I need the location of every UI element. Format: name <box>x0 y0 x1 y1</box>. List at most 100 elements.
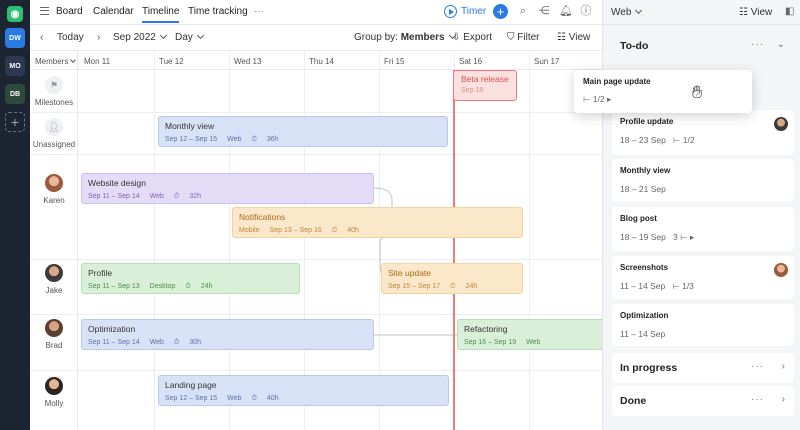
platform-filter[interactable]: Web <box>611 6 643 18</box>
task-bar-refactoring[interactable]: Refactoring Sep 16 – Sep 19 Web <box>457 319 602 350</box>
subtask-icon: ⊢ <box>672 135 681 145</box>
clock-icon: ⏱ <box>251 395 257 402</box>
task-title: Optimization <box>88 324 136 334</box>
card-subtasks: 1/2 <box>682 135 695 145</box>
more-icon[interactable]: ··· <box>751 394 764 405</box>
milestone-beta-release[interactable]: Beta release Sep 18 <box>453 70 517 101</box>
task-platform: Desktop <box>149 283 176 290</box>
todo-title: To-do <box>620 40 649 52</box>
card-subtasks: 3 <box>672 232 678 242</box>
task-bar-profile[interactable]: Profile Sep 11 – Sep 13 Desktop ⏱ 24h <box>81 263 300 294</box>
milestone-title: Beta release <box>461 74 509 84</box>
task-title: Landing page <box>165 380 217 390</box>
today-marker <box>453 70 455 430</box>
task-title: Refactoring <box>464 324 508 334</box>
task-time: 36h <box>266 136 279 143</box>
task-title: Site update <box>388 268 432 278</box>
clock-icon: ⏱ <box>173 339 180 346</box>
subtask-icon: ⊢ <box>672 281 680 291</box>
task-bar-site-update[interactable]: Site update Sep 15 – Sep 17 ⏱ 24h <box>381 263 523 294</box>
task-title: Notifications <box>239 212 286 222</box>
task-time: 24h <box>200 283 213 290</box>
todo-card[interactable]: Profile update 18 – 23 Sep ⊢ 1/2 <box>612 110 794 155</box>
more-icon[interactable]: ··· <box>751 39 764 50</box>
chevron-right-icon: ▸ <box>606 94 612 104</box>
inprogress-title: In progress <box>620 362 678 374</box>
todo-section-header[interactable]: To-do ··· ⌄ <box>612 31 794 61</box>
task-bar-optimization[interactable]: Optimization Sep 11 – Sep 14 Web ⏱ 30h <box>81 319 374 350</box>
task-platform: Web <box>149 193 164 200</box>
task-bar-monthly-view[interactable]: Monthly view Sep 12 – Sep 15 Web ⏱ 36h <box>158 116 448 147</box>
task-platform: Web <box>227 136 242 143</box>
task-dates: Sep 15 – Sep 17 <box>388 283 441 290</box>
task-time: 24h <box>465 283 478 290</box>
task-dates: Sep 12 – Sep 15 <box>165 136 218 143</box>
card-title: Monthly view <box>620 166 671 175</box>
task-platform: Web <box>227 395 242 402</box>
task-time: 32h <box>189 193 202 200</box>
todo-card[interactable]: Optimization 11 – 14 Sep <box>612 304 794 346</box>
task-dates: Sep 11 – Sep 14 <box>88 339 140 346</box>
task-dates: Sep 12 – Sep 15 <box>165 395 218 402</box>
task-dates: Sep 11 – Sep 14 <box>88 193 140 200</box>
dragged-task-card[interactable]: Main page update ⊢ 1/2 ▸ ✋︎ <box>574 70 752 113</box>
panel-view-button[interactable]: ☷ View <box>739 7 772 18</box>
clock-icon: ⏱ <box>251 136 257 143</box>
card-subtasks: 1/3 <box>682 281 694 291</box>
chevron-right-icon[interactable]: › <box>782 361 785 372</box>
todo-card[interactable]: Screenshots 11 – 14 Sep ⊢ 1/3 <box>612 256 794 299</box>
panel-toolbar: Web ☷ View ◧ <box>603 0 800 25</box>
avatar <box>774 117 788 131</box>
task-bar-notifications[interactable]: Notifications Mobile Sep 13 – Sep 16 ⏱ 40h <box>232 207 523 238</box>
card-dates: 11 – 14 Sep <box>620 281 666 291</box>
clock-icon: ⏱ <box>185 283 191 290</box>
task-title: Website design <box>88 178 146 188</box>
card-title: Optimization <box>620 311 669 320</box>
todo-card[interactable]: Monthly view 18 – 21 Sep <box>612 159 794 202</box>
task-time: 30h <box>189 339 202 346</box>
panel-view-label: View <box>750 7 773 18</box>
clock-icon: ⏱ <box>173 193 180 200</box>
platform-filter-label: Web <box>611 7 632 18</box>
done-section-header[interactable]: Done ··· › <box>612 386 794 416</box>
chevron-right-icon[interactable]: › <box>782 394 785 405</box>
card-title: Blog post <box>620 214 657 223</box>
task-dates: Sep 11 – Sep 13 <box>88 283 140 290</box>
task-platform: Web <box>149 339 164 346</box>
avatar <box>774 263 788 277</box>
view-icon: ☷ <box>739 7 748 18</box>
task-title: Monthly view <box>165 121 215 131</box>
task-dates: Sep 16 – Sep 19 <box>464 339 517 346</box>
clock-icon: ⏱ <box>450 283 456 290</box>
chevron-right-icon: ▸ <box>689 232 695 242</box>
subtask-icon: ⊢ <box>583 94 591 104</box>
card-subtasks: 1/2 <box>592 94 605 104</box>
backlog-panel: Web ☷ View ◧ To-do ··· ⌄ Profile update … <box>602 0 800 430</box>
milestone-date: Sep 18 <box>461 87 484 94</box>
card-dates: 11 – 14 Sep <box>620 329 666 339</box>
clock-icon: ⏱ <box>331 227 338 234</box>
task-time: 40h <box>347 227 359 234</box>
task-dates: Sep 13 – Sep 16 <box>269 227 322 234</box>
task-platform: Mobile <box>239 227 260 234</box>
card-dates: 18 – 19 Sep <box>620 232 666 242</box>
task-platform: Web <box>526 339 541 346</box>
task-bar-landing-page[interactable]: Landing page Sep 12 – Sep 15 Web ⏱ 40h <box>158 375 449 406</box>
task-title: Profile <box>88 268 113 278</box>
card-title: Screenshots <box>620 263 669 272</box>
card-dates: 18 – 21 Sep <box>620 184 666 194</box>
chevron-down-icon[interactable]: ⌄ <box>777 39 785 50</box>
task-time: 40h <box>266 395 279 402</box>
card-dates: 18 – 23 Sep <box>620 135 666 145</box>
collapse-panel-icon[interactable]: ◧ <box>785 6 794 17</box>
card-title: Main page update <box>583 77 651 86</box>
subtask-icon: ⊢ <box>680 232 688 242</box>
chevron-down-icon <box>635 6 643 15</box>
card-title: Profile update <box>620 117 674 126</box>
task-bar-website-design[interactable]: Website design Sep 11 – Sep 14 Web ⏱ 32h <box>81 173 374 204</box>
todo-card[interactable]: Blog post 18 – 19 Sep 3 ⊢ ▸ <box>612 207 794 251</box>
grab-cursor-icon: ✋︎ <box>692 82 703 102</box>
done-title: Done <box>620 395 647 407</box>
inprogress-section-header[interactable]: In progress ··· › <box>612 353 794 383</box>
more-icon[interactable]: ··· <box>751 361 764 372</box>
